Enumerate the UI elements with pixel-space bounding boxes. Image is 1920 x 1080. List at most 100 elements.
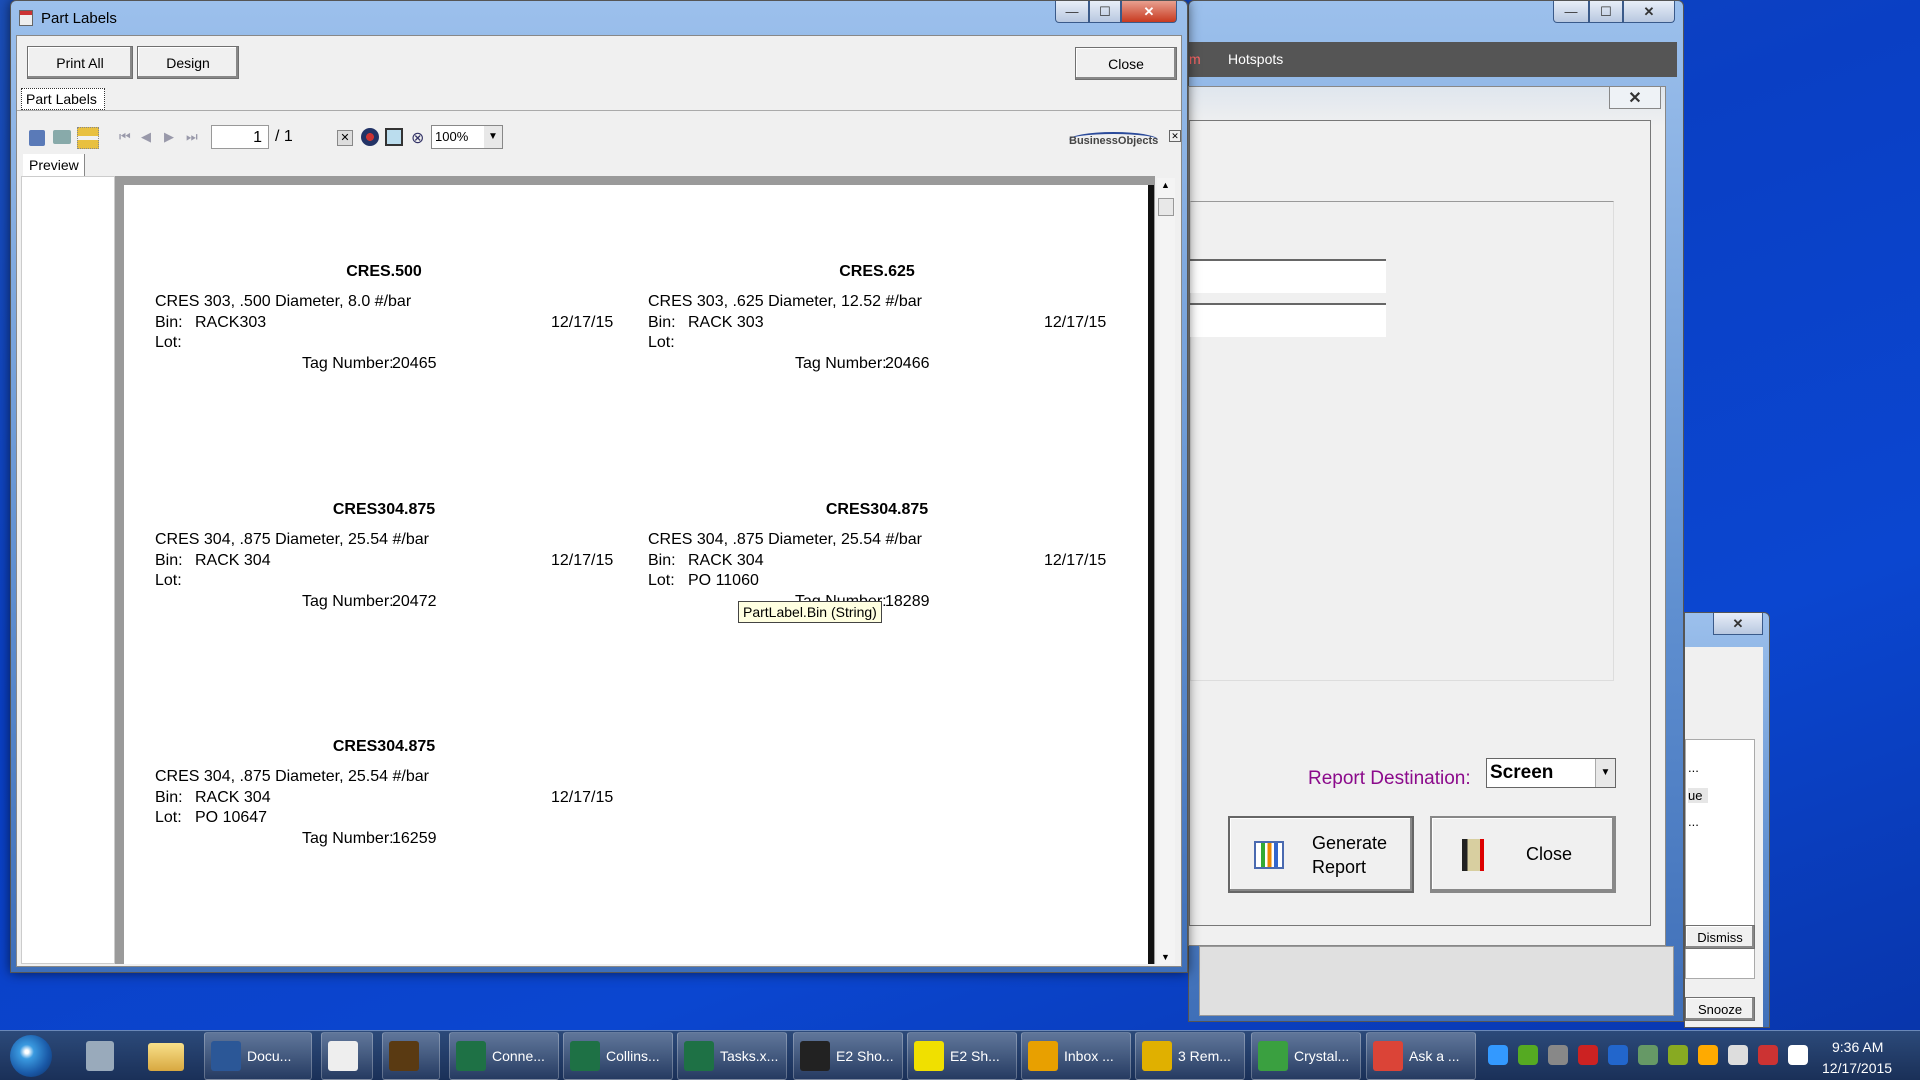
tray-icon[interactable] [1728, 1045, 1748, 1065]
zoom-select[interactable]: 100% ▼ [431, 125, 503, 149]
chrome-icon [1373, 1041, 1403, 1071]
label-date: 12/17/15 [551, 314, 614, 331]
file-explorer-icon[interactable] [148, 1043, 184, 1071]
reminder-close-button[interactable]: ✕ [1713, 613, 1763, 635]
tray-icon[interactable] [1548, 1045, 1568, 1065]
minimize-button[interactable]: — [1055, 1, 1089, 23]
close-preview-icon[interactable]: ✕ [1169, 130, 1181, 142]
taskbar-item[interactable] [382, 1032, 440, 1080]
tray-icon[interactable] [1788, 1045, 1808, 1065]
generate-report-button[interactable]: Generate Report [1228, 816, 1414, 893]
tray-icon[interactable] [1638, 1045, 1658, 1065]
stop-icon[interactable]: ✕ [337, 130, 353, 146]
tray-icon[interactable] [1668, 1045, 1688, 1065]
chevron-down-icon[interactable]: ▼ [1595, 759, 1615, 787]
taskbar-item[interactable]: Ask a ... [1366, 1032, 1476, 1080]
page-number-input[interactable]: 1 [211, 125, 269, 149]
excel-icon [684, 1041, 714, 1071]
reminder-item[interactable]: ... [1688, 760, 1699, 775]
part-number: CRES304.875 [825, 500, 929, 518]
vertical-scrollbar[interactable]: ▲ ▼ [1157, 178, 1175, 964]
previous-page-icon[interactable]: ◀ [141, 129, 151, 145]
taskbar-item[interactable]: Tasks.x... [677, 1032, 787, 1080]
design-button[interactable]: Design [137, 46, 239, 79]
text-input-1[interactable] [1190, 259, 1386, 293]
menu-item-fragment[interactable]: m [1189, 51, 1201, 67]
taskbar-item[interactable]: Conne... [449, 1032, 559, 1080]
binoculars-icon[interactable]: ⊗ [411, 128, 424, 148]
maximize-button[interactable]: ☐ [1589, 1, 1623, 23]
viewer-toolbar: ⏮ ◀ ▶ ⏭ 1 / 1 ✕ ⊗ 100% ▼ BusinessObjects… [21, 124, 1181, 152]
tray-icon[interactable] [1758, 1045, 1778, 1065]
calculator-icon [328, 1041, 358, 1071]
group-tree-icon[interactable] [77, 127, 99, 149]
minimize-button[interactable]: — [1553, 1, 1589, 23]
lot-value: PO 11060 [688, 571, 759, 589]
taskbar-item-label: E2 Sh... [950, 1048, 1000, 1064]
close-window-button[interactable]: ✕ [1623, 1, 1675, 23]
taskbar-item[interactable]: Collins... [563, 1032, 673, 1080]
text-input-2[interactable] [1190, 303, 1386, 337]
server-manager-icon[interactable] [86, 1041, 114, 1071]
close-button[interactable]: Close [1075, 47, 1177, 80]
taskbar-item[interactable]: Crystal... [1251, 1032, 1361, 1080]
snooze-button[interactable]: Snooze [1685, 997, 1755, 1021]
ups-icon [389, 1041, 419, 1071]
tag-number-value: 18289 [885, 592, 930, 610]
taskbar-item[interactable]: Docu... [204, 1032, 312, 1080]
label-date: 12/17/15 [551, 551, 614, 569]
scroll-up-icon[interactable]: ▲ [1161, 180, 1170, 190]
tag-number-label: Tag Number: [795, 355, 887, 372]
tab-part-labels[interactable]: Part Labels [21, 88, 105, 110]
reminder-item[interactable]: ue [1688, 788, 1709, 803]
tray-icon[interactable] [1518, 1045, 1538, 1065]
lot-label: Lot: [155, 334, 182, 351]
tray-icon[interactable] [1488, 1045, 1508, 1065]
reminder-item[interactable]: ... [1688, 814, 1699, 829]
export-icon[interactable] [29, 130, 45, 146]
taskbar-item-label: Tasks.x... [720, 1048, 779, 1064]
tray-icon[interactable] [1578, 1045, 1598, 1065]
chevron-down-icon[interactable]: ▼ [484, 126, 502, 148]
report-page-area: CRES.500 CRES 303, .500 Diameter, 8.0 #/b… [115, 176, 1155, 964]
taskbar-item[interactable] [321, 1032, 373, 1080]
taskbar-item-label: Conne... [492, 1048, 545, 1064]
scrollbar-thumb[interactable] [1158, 198, 1174, 216]
clock-date[interactable]: 12/17/2015 [1822, 1060, 1892, 1076]
dialog-close-button[interactable]: ✕ [1609, 87, 1661, 109]
tray-icon[interactable] [1608, 1045, 1628, 1065]
bin-value: RACK 304 [195, 551, 271, 569]
report-destination-select[interactable]: Screen ▼ [1486, 758, 1616, 788]
close-window-button[interactable]: ✕ [1121, 1, 1177, 23]
taskbar-item-label: Ask a ... [1409, 1048, 1460, 1064]
menu-item-hotspots[interactable]: Hotspots [1228, 51, 1283, 67]
last-page-icon[interactable]: ⏭ [186, 129, 198, 145]
search-text-icon[interactable] [385, 128, 403, 146]
report-page: CRES.500 CRES 303, .500 Diameter, 8.0 #/b… [124, 185, 1154, 964]
taskbar-item[interactable]: 3 Rem... [1135, 1032, 1245, 1080]
taskbar-item-label: 3 Rem... [1178, 1048, 1231, 1064]
dismiss-button[interactable]: Dismiss [1685, 925, 1755, 949]
taskbar-item[interactable]: E2 Sho... [793, 1032, 903, 1080]
taskbar-item-label: Crystal... [1294, 1048, 1350, 1064]
taskbar-item[interactable]: E2 Sh... [907, 1032, 1017, 1080]
excel-icon [570, 1041, 600, 1071]
clock-time[interactable]: 9:36 AM [1832, 1039, 1883, 1055]
scroll-down-icon[interactable]: ▼ [1161, 952, 1170, 962]
menu-bar: m Hotspots [1189, 42, 1677, 77]
start-button[interactable] [10, 1035, 52, 1077]
report-dialog: ✕ Report Destination: Screen ▼ Generate … [1188, 86, 1666, 946]
refresh-icon[interactable] [361, 128, 379, 146]
maximize-button[interactable]: ☐ [1089, 1, 1121, 23]
taskbar-item[interactable]: Inbox ... [1021, 1032, 1131, 1080]
part-labels-window: Part Labels — ☐ ✕ Print All Design Close… [10, 0, 1188, 973]
word-icon [211, 1041, 241, 1071]
next-page-icon[interactable]: ▶ [164, 129, 174, 145]
tray-icon[interactable] [1698, 1045, 1718, 1065]
first-page-icon[interactable]: ⏮ [119, 129, 131, 145]
taskbar-item-label: Docu... [247, 1048, 292, 1064]
print-icon[interactable] [53, 130, 71, 144]
close-button[interactable]: Close [1430, 816, 1616, 893]
print-all-button[interactable]: Print All [27, 46, 133, 79]
tab-preview[interactable]: Preview [23, 154, 85, 176]
